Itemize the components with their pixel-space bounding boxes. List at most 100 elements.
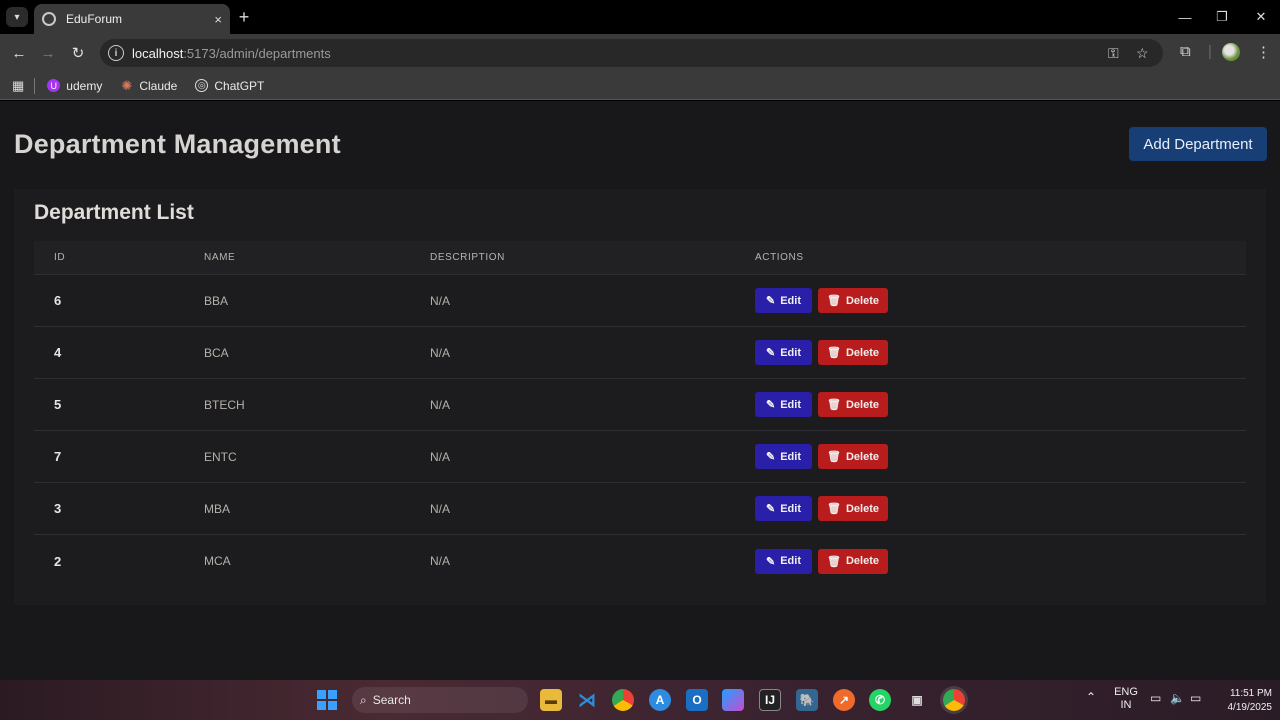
- bookmark-udemy[interactable]: U udemy: [47, 79, 102, 93]
- department-table: ID NAME DESCRIPTION ACTIONS 6 BBA N/A ✎ Edit…: [34, 241, 1246, 587]
- forward-icon[interactable]: →: [37, 42, 59, 64]
- delete-button[interactable]: 🗑 Delete: [818, 548, 888, 574]
- profile-avatar[interactable]: [1222, 43, 1240, 61]
- edit-button[interactable]: ✎ Edit: [755, 444, 812, 469]
- browser-toolbar: ← → ↻ i localhost:5173/admin/departments…: [0, 34, 1280, 72]
- trash-icon: 🗑: [827, 451, 841, 463]
- edit-icon: ✎: [766, 451, 776, 463]
- file-explorer-icon[interactable]: ▬: [540, 689, 562, 711]
- cell-name: MBA: [204, 501, 231, 516]
- windows-start-icon[interactable]: [317, 690, 337, 710]
- bookmark-label: Claude: [139, 78, 178, 93]
- cell-id: 7: [54, 449, 62, 464]
- edit-icon: ✎: [766, 347, 776, 359]
- edit-button[interactable]: ✎ Edit: [755, 340, 812, 365]
- app-store-icon[interactable]: A: [649, 689, 671, 711]
- bookmark-claude[interactable]: ✺ Claude: [120, 78, 178, 93]
- edit-label: Edit: [780, 555, 801, 567]
- table-row: 7 ENTC N/A ✎ Edit 🗑 Delete: [34, 431, 1246, 483]
- battery-icon[interactable]: ▭: [1190, 692, 1201, 705]
- cell-name: BTECH: [204, 397, 245, 412]
- edit-button[interactable]: ✎ Edit: [755, 392, 812, 417]
- tab-close-icon[interactable]: ×: [214, 12, 222, 27]
- delete-button[interactable]: 🗑 Delete: [818, 496, 888, 521]
- intellij-icon[interactable]: IJ: [759, 689, 781, 711]
- search-placeholder: Search: [372, 693, 411, 707]
- bookmark-chatgpt[interactable]: ◎ ChatGPT: [195, 79, 264, 93]
- bookmark-label: udemy: [66, 78, 103, 93]
- new-tab-button[interactable]: +: [234, 6, 254, 28]
- restore-icon[interactable]: ❐: [1203, 6, 1241, 28]
- clock-date: 4/19/2025: [1227, 702, 1273, 713]
- toolbar-divider: |: [1208, 43, 1212, 60]
- extensions-icon[interactable]: ⧉: [1180, 43, 1191, 60]
- table-header: ID NAME DESCRIPTION ACTIONS: [34, 241, 1246, 275]
- chrome-icon[interactable]: [612, 689, 634, 711]
- star-icon[interactable]: ☆: [1136, 45, 1149, 62]
- language-indicator[interactable]: ENG IN: [1114, 686, 1138, 712]
- column-header-name: NAME: [204, 252, 236, 263]
- bookmarks-bar: ▦ U udemy ✺ Claude ◎ ChatGPT: [0, 72, 1280, 100]
- delete-label: Delete: [845, 502, 879, 515]
- chatgpt-icon: ◎: [195, 79, 209, 92]
- menu-kebab-icon[interactable]: ⋮: [1256, 43, 1271, 61]
- tab-title: EduForum: [66, 12, 123, 26]
- cell-name: MCA: [204, 554, 231, 568]
- delete-button[interactable]: 🗑 Delete: [818, 288, 888, 313]
- copilot-icon[interactable]: [722, 689, 744, 711]
- browser-tab[interactable]: EduForum ×: [34, 4, 230, 34]
- edit-button[interactable]: ✎ Edit: [755, 548, 812, 574]
- back-icon[interactable]: ←: [8, 42, 30, 64]
- cell-name: BBA: [204, 293, 229, 308]
- lang-bottom: IN: [1120, 699, 1132, 711]
- table-row: 3 MBA N/A ✎ Edit 🗑 Delete: [34, 483, 1246, 535]
- url-path: :5173/admin/departments: [183, 45, 331, 61]
- reload-icon[interactable]: ↻: [67, 42, 89, 64]
- cell-description: N/A: [430, 397, 451, 412]
- department-list-card: Department List ID NAME DESCRIPTION ACTI…: [14, 189, 1266, 605]
- close-window-icon[interactable]: ✕: [1242, 6, 1280, 28]
- edit-button[interactable]: ✎ Edit: [755, 288, 812, 313]
- delete-label: Delete: [845, 398, 879, 411]
- browser-tabbar: ▾ EduForum × + — ❐ ✕: [0, 0, 1280, 34]
- trash-icon: 🗑: [827, 399, 841, 411]
- whatsapp-icon[interactable]: ✆: [869, 689, 891, 711]
- trash-icon: 🗑: [827, 555, 841, 568]
- trash-icon: 🗑: [827, 503, 841, 515]
- site-info-icon[interactable]: i: [108, 45, 124, 61]
- edit-button[interactable]: ✎ Edit: [755, 496, 812, 521]
- cell-description: N/A: [430, 449, 451, 464]
- delete-button[interactable]: 🗑 Delete: [818, 444, 888, 469]
- page-content: Department Management Add Department Dep…: [0, 101, 1280, 680]
- outlook-icon[interactable]: O: [686, 689, 708, 711]
- tab-search-button[interactable]: ▾: [6, 7, 28, 27]
- add-department-button[interactable]: Add Department: [1129, 127, 1267, 161]
- vscode-icon[interactable]: ⋊: [576, 689, 598, 711]
- cell-description: N/A: [430, 501, 451, 516]
- edit-icon: ✎: [766, 503, 776, 515]
- url-host: localhost: [132, 45, 184, 61]
- edit-label: Edit: [780, 398, 801, 411]
- table-row: 2 MCA N/A ✎ Edit 🗑 Delete: [34, 535, 1246, 587]
- network-icon[interactable]: ▭: [1150, 692, 1161, 705]
- minimize-icon[interactable]: —: [1166, 6, 1204, 28]
- chrome-active-icon[interactable]: [943, 689, 965, 711]
- cell-name: ENTC: [204, 449, 237, 464]
- chevron-up-icon[interactable]: ⌃: [1086, 691, 1096, 704]
- cell-actions: ✎ Edit 🗑 Delete: [755, 392, 1246, 417]
- key-icon[interactable]: ⚿: [1108, 45, 1119, 62]
- cell-id: 3: [54, 501, 62, 516]
- taskbar-search[interactable]: ⌕ Search: [352, 687, 528, 713]
- postman-icon[interactable]: ↗: [833, 689, 855, 711]
- cell-id: 4: [54, 345, 62, 360]
- trash-icon: 🗑: [827, 347, 841, 359]
- delete-button[interactable]: 🗑 Delete: [818, 392, 888, 417]
- taskbar-clock[interactable]: 11:51 PM 4/19/2025: [1212, 687, 1273, 715]
- apps-grid-icon[interactable]: ▦: [12, 78, 24, 94]
- address-bar[interactable]: i localhost:5173/admin/departments ⚿ ☆: [100, 39, 1163, 67]
- volume-icon[interactable]: 🔈: [1170, 692, 1185, 705]
- delete-button[interactable]: 🗑 Delete: [818, 340, 888, 365]
- postgres-icon[interactable]: 🐘: [796, 689, 818, 711]
- app-cube-icon[interactable]: ▣: [906, 689, 928, 711]
- column-header-id: ID: [54, 252, 66, 263]
